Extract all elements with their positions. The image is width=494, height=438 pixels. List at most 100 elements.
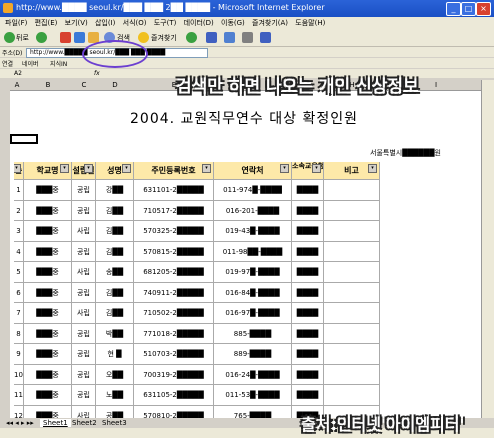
table-cell[interactable]: 710502-2█████ xyxy=(134,303,214,324)
table-cell[interactable] xyxy=(324,282,380,303)
column-header-A[interactable]: A xyxy=(10,80,25,91)
table-cell[interactable]: 김██ xyxy=(96,221,134,242)
sheet-tab-2[interactable]: Sheet2 xyxy=(72,419,97,427)
table-cell[interactable]: ████ xyxy=(292,303,324,324)
table-cell[interactable]: ████ xyxy=(292,364,324,385)
table-cell[interactable]: 사립 xyxy=(72,303,96,324)
table-cell[interactable]: 2 xyxy=(14,200,24,221)
back-icon[interactable] xyxy=(4,32,15,43)
sheet-nav-arrows[interactable]: ◂◂ ◂ ▸ ▸▸ xyxy=(6,419,34,427)
selected-cell[interactable] xyxy=(10,134,38,144)
spreadsheet-grid[interactable]: A B C D E F G H I 2004. 교원직무연수 대상 확정인원 서울특별시██████… xyxy=(10,80,482,418)
sheet-tab-1[interactable]: Sheet1 xyxy=(40,419,71,427)
stop-icon[interactable] xyxy=(60,32,71,43)
forward-icon[interactable] xyxy=(36,32,47,43)
table-cell[interactable]: 박██ xyxy=(96,323,134,344)
table-cell[interactable]: ███중 xyxy=(24,364,72,385)
table-cell[interactable]: 631105-2█████ xyxy=(134,385,214,406)
table-cell[interactable]: ███중 xyxy=(24,262,72,283)
table-cell[interactable]: 019-43█-████ xyxy=(214,221,292,242)
table-cell[interactable]: 사립 xyxy=(72,221,96,242)
table-cell[interactable]: ███중 xyxy=(24,323,72,344)
table-cell[interactable]: 3 xyxy=(14,221,24,242)
column-header-D[interactable]: D xyxy=(96,80,135,91)
table-cell[interactable]: 570810-2█████ xyxy=(134,405,214,418)
menu-go[interactable]: 이동(G) xyxy=(221,17,245,29)
maximize-button[interactable]: □ xyxy=(461,2,476,16)
table-cell[interactable]: ███중 xyxy=(24,200,72,221)
table-cell[interactable]: 016-97█-████ xyxy=(214,303,292,324)
table-cell[interactable]: 공립 xyxy=(72,241,96,262)
table-cell[interactable]: 570815-2█████ xyxy=(134,241,214,262)
table-cell[interactable]: 10 xyxy=(14,364,24,385)
table-cell[interactable]: 김██ xyxy=(96,200,134,221)
mail-icon[interactable] xyxy=(224,32,235,43)
table-cell[interactable] xyxy=(324,200,380,221)
table-cell[interactable]: 5 xyxy=(14,262,24,283)
favorites-label[interactable]: 즐겨찾기 xyxy=(151,33,177,43)
filter-dropdown-icon[interactable]: ▾ xyxy=(280,164,289,173)
table-cell[interactable]: 공██ xyxy=(96,405,134,418)
table-cell[interactable]: 4 xyxy=(14,241,24,262)
menu-view[interactable]: 보기(V) xyxy=(65,17,88,29)
table-cell[interactable]: 011-98██-████ xyxy=(214,241,292,262)
name-box[interactable]: A2 xyxy=(14,70,22,77)
table-cell[interactable]: ███중 xyxy=(24,385,72,406)
table-cell[interactable]: 사립 xyxy=(72,262,96,283)
table-cell[interactable]: 889-████ xyxy=(214,344,292,365)
table-cell[interactable]: 사립 xyxy=(72,405,96,418)
table-cell[interactable]: 공립 xyxy=(72,180,96,201)
menu-format[interactable]: 서식(O) xyxy=(123,17,147,29)
table-cell[interactable]: 공립 xyxy=(72,323,96,344)
table-cell[interactable]: 8 xyxy=(14,323,24,344)
table-cell[interactable]: 노██ xyxy=(96,385,134,406)
favorites-icon[interactable] xyxy=(138,32,149,43)
table-cell[interactable]: 김██ xyxy=(96,282,134,303)
table-cell[interactable] xyxy=(324,180,380,201)
column-header-C[interactable]: C xyxy=(72,80,97,91)
minimize-button[interactable]: _ xyxy=(446,2,461,16)
table-cell[interactable]: 오██ xyxy=(96,364,134,385)
table-cell[interactable]: 016-201-████ xyxy=(214,200,292,221)
menu-edit[interactable]: 편집(E) xyxy=(35,17,58,29)
table-cell[interactable]: 김██ xyxy=(96,303,134,324)
table-cell[interactable]: 공립 xyxy=(72,200,96,221)
menu-favorites[interactable]: 즐겨찾기(A) xyxy=(252,17,288,29)
table-cell[interactable]: ████ xyxy=(292,221,324,242)
history-icon[interactable] xyxy=(186,32,197,43)
table-cell[interactable]: 570325-2█████ xyxy=(134,221,214,242)
filter-dropdown-icon[interactable]: ▾ xyxy=(60,164,69,173)
table-cell[interactable]: 700319-2█████ xyxy=(134,364,214,385)
table-cell[interactable]: ████ xyxy=(292,344,324,365)
table-cell[interactable]: 강██ xyxy=(96,180,134,201)
close-button[interactable]: × xyxy=(476,2,491,16)
filter-dropdown-icon[interactable]: ▾ xyxy=(202,164,211,173)
table-cell[interactable]: 011-974█-████ xyxy=(214,180,292,201)
table-cell[interactable] xyxy=(324,221,380,242)
filter-dropdown-icon[interactable]: ▾ xyxy=(14,164,21,173)
table-cell[interactable]: 765-████ xyxy=(214,405,292,418)
menu-data[interactable]: 데이터(D) xyxy=(184,17,214,29)
table-cell[interactable] xyxy=(324,385,380,406)
table-cell[interactable]: ███중 xyxy=(24,221,72,242)
table-cell[interactable]: ███중 xyxy=(24,180,72,201)
table-cell[interactable]: 11 xyxy=(14,385,24,406)
table-cell[interactable]: 019-97█-████ xyxy=(214,262,292,283)
print-icon[interactable] xyxy=(242,32,253,43)
table-cell[interactable]: 771018-2█████ xyxy=(134,323,214,344)
table-cell[interactable]: 송██ xyxy=(96,262,134,283)
filter-dropdown-icon[interactable]: ▾ xyxy=(122,164,131,173)
table-cell[interactable]: 1 xyxy=(14,180,24,201)
table-cell[interactable]: 710517-2█████ xyxy=(134,200,214,221)
filter-dropdown-icon[interactable]: ▾ xyxy=(84,164,93,173)
table-cell[interactable] xyxy=(324,262,380,283)
menu-help[interactable]: 도움말(H) xyxy=(295,17,325,29)
link-kin[interactable]: 지식IN xyxy=(50,59,67,68)
table-cell[interactable]: ████ xyxy=(292,180,324,201)
sheet-tab-3[interactable]: Sheet3 xyxy=(102,419,127,427)
table-cell[interactable]: 016-84█-████ xyxy=(214,282,292,303)
menu-file[interactable]: 파일(F) xyxy=(5,17,27,29)
table-cell[interactable]: ████ xyxy=(292,241,324,262)
table-cell[interactable]: 510703-2█████ xyxy=(134,344,214,365)
table-cell[interactable]: ████ xyxy=(292,282,324,303)
